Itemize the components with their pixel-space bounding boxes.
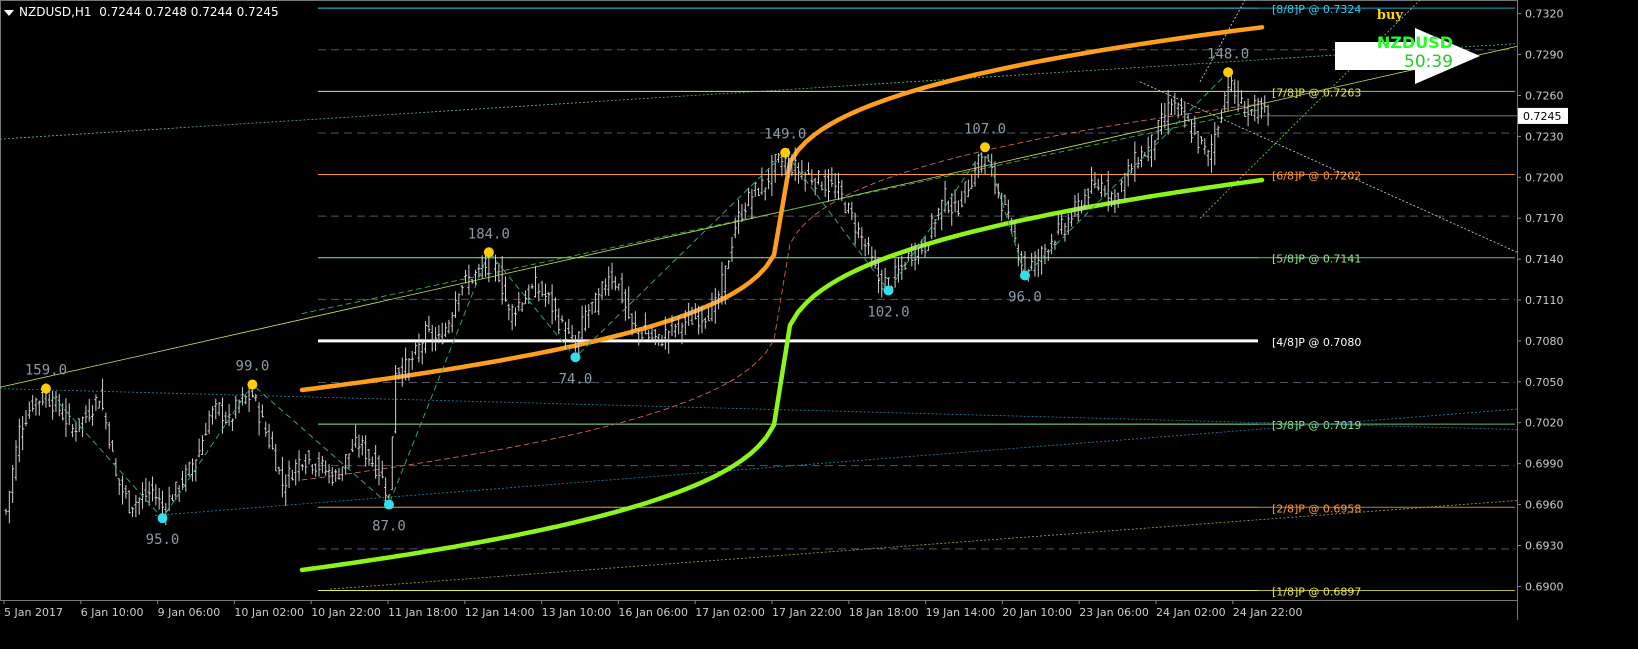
time-tick-label: 11 Jan 18:00 [388,606,458,619]
symbol-timeframe: NZDUSD,H1 [19,5,92,19]
price-tick-label: 0.7020 [1525,417,1564,430]
price-tick-label: 0.6960 [1525,499,1564,512]
swing-low-dot[interactable] [157,513,168,524]
swing-label: 74.0 [559,371,593,387]
time-tick-label: 19 Jan 14:00 [926,606,996,619]
current-price-label: 0.7245 [1523,110,1562,123]
swing-high-dot[interactable] [247,379,258,390]
murrey-level-label: [4/8]P @ 0.7080 [1272,336,1361,349]
time-tick-label: 12 Jan 14:00 [465,606,535,619]
price-tick-label: 0.7080 [1525,335,1564,348]
channel-line-low [154,408,1518,516]
price-tick-label: 0.7290 [1525,49,1564,62]
lower-band-curve [299,177,1265,573]
time-tick-label: 10 Jan 02:00 [234,606,304,619]
time-tick-label: 16 Jan 06:00 [618,606,688,619]
signal-action: buy [1376,8,1403,23]
ohlc-values: 0.7244 0.7248 0.7244 0.7245 [99,5,279,19]
swing-low-dot[interactable] [1019,270,1030,281]
price-tick-label: 0.7140 [1525,253,1564,266]
murrey-level-label: [5/8]P @ 0.7141 [1272,253,1361,266]
swing-label: 148.0 [1207,46,1249,62]
fan-dotted-line [1199,0,1246,83]
dropdown-triangle-icon[interactable] [4,9,14,16]
swing-high-dot[interactable] [980,142,991,153]
time-tick-label: 18 Jan 18:00 [849,606,919,619]
price-tick-label: 0.7260 [1525,89,1564,102]
price-tick-label: 0.7170 [1525,212,1564,225]
price-tick-label: 0.7200 [1525,171,1564,184]
time-tick-label: 5 Jan 2017 [4,606,63,619]
price-tick-label: 0.6930 [1525,539,1564,552]
swing-high-dot[interactable] [483,247,494,258]
time-tick-label: 23 Jan 06:00 [1079,606,1149,619]
time-tick-label: 17 Jan 22:00 [772,606,842,619]
murrey-level-label: [1/8]P @ 0.6897 [1272,585,1361,598]
swing-high-dot[interactable] [40,383,51,394]
resistance-dotted-line [1139,81,1518,253]
swing-label: 87.0 [372,519,406,535]
swing-label: 99.0 [236,359,270,375]
swing-label: 102.0 [867,304,909,320]
channel-line-mid [0,388,1518,430]
swing-label: 184.0 [468,226,510,242]
price-chart[interactable]: [8/8]P @ 0.7324[7/8]P @ 0.7263[6/8]P @ 0… [0,0,1638,649]
time-tick-label: 17 Jan 02:00 [695,606,765,619]
swing-low-dot[interactable] [883,285,894,296]
swing-label: 159.0 [25,363,67,379]
chart-header: NZDUSD,H1 0.7244 0.7248 0.7244 0.7245 [4,5,279,19]
time-tick-label: 24 Jan 22:00 [1233,606,1303,619]
time-tick-label: 10 Jan 22:00 [311,606,381,619]
time-tick-label: 9 Jan 06:00 [158,606,221,619]
zigzag-line [45,71,1229,520]
candle-timer: 50:39 [1404,52,1453,72]
time-tick-label: 24 Jan 02:00 [1156,606,1226,619]
swing-low-dot[interactable] [570,352,581,363]
price-tick-label: 0.7110 [1525,294,1564,307]
signal-panel: buy NZDUSD 50:39 [1377,8,1453,72]
swing-label: 96.0 [1008,289,1042,305]
price-tick-label: 0.7050 [1525,376,1564,389]
swing-high-dot[interactable] [1223,67,1234,78]
price-tick-label: 0.6990 [1525,458,1564,471]
murrey-level-label: [7/8]P @ 0.7263 [1272,86,1361,99]
time-tick-label: 20 Jan 10:00 [1002,606,1072,619]
swing-label: 95.0 [146,532,180,548]
swing-label: 149.0 [764,127,806,143]
price-tick-label: 0.7320 [1525,8,1564,21]
swing-low-dot[interactable] [383,499,394,510]
murrey-level-label: [3/8]P @ 0.7019 [1272,419,1361,432]
signal-symbol: NZDUSD [1376,33,1453,52]
swing-label: 107.0 [964,121,1006,137]
time-tick-label: 6 Jan 10:00 [81,606,144,619]
swing-high-dot[interactable] [780,147,791,158]
time-tick-label: 13 Jan 10:00 [542,606,612,619]
price-tick-label: 0.6900 [1525,580,1564,593]
price-tick-label: 0.7230 [1525,130,1564,143]
murrey-level-label: [8/8]P @ 0.7324 [1272,3,1361,16]
